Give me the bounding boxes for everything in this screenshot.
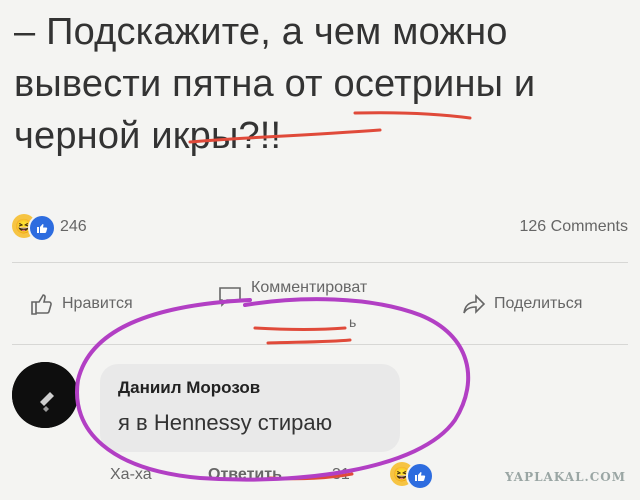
thumbs-up-icon [28, 214, 56, 242]
speech-bubble-icon [219, 287, 241, 307]
like-label: Нравится [62, 295, 133, 312]
comment-label-tail: ь [349, 314, 357, 330]
divider [12, 344, 628, 345]
comment-label: Комментироват [251, 279, 368, 296]
comment-actions: Ха-ха Ответить 31 😆 [110, 462, 470, 492]
comments-count-link[interactable]: 126 Comments [520, 218, 629, 236]
share-label: Поделиться [494, 295, 583, 312]
comment-text: я в Hennessy стираю [118, 410, 333, 435]
reactions-summary[interactable]: 😆 246 126 Comments [12, 214, 628, 242]
share-button[interactable]: Поделиться [462, 292, 582, 316]
like-button[interactable]: Нравится [30, 292, 133, 316]
underline-stroke [266, 338, 352, 345]
reply-link[interactable]: Ответить [208, 466, 282, 484]
comment-button[interactable]: Комментироват ь [217, 279, 367, 330]
underline-stroke [253, 326, 347, 331]
share-arrow-icon [463, 294, 486, 314]
avatar-image [12, 362, 78, 428]
thumbs-up-icon [31, 294, 52, 315]
comment-reaction-count: 31 [332, 466, 350, 483]
post-line-2: вывести пятна от осетрины и [14, 63, 536, 105]
reaction-count: 246 [60, 218, 87, 235]
post-actions-bar: Нравится Комментироват ь Поделиться [12, 278, 628, 330]
post-line-1: – Подскажите, а чем можно [14, 11, 508, 53]
thumbs-up-icon [406, 462, 434, 490]
post-text: – Подскажите, а чем можно вывести пятна … [14, 6, 634, 162]
haha-reaction-link[interactable]: Ха-ха [110, 466, 152, 484]
comment-bubble: Даниил Морозов я в Hennessy стираю [100, 364, 400, 452]
divider [12, 262, 628, 263]
post-line-3: черной икры?!! [14, 115, 282, 157]
watermark: YAPLAKAL.COM [504, 470, 626, 484]
avatar[interactable] [12, 362, 78, 428]
comment-author[interactable]: Даниил Морозов [118, 378, 260, 398]
